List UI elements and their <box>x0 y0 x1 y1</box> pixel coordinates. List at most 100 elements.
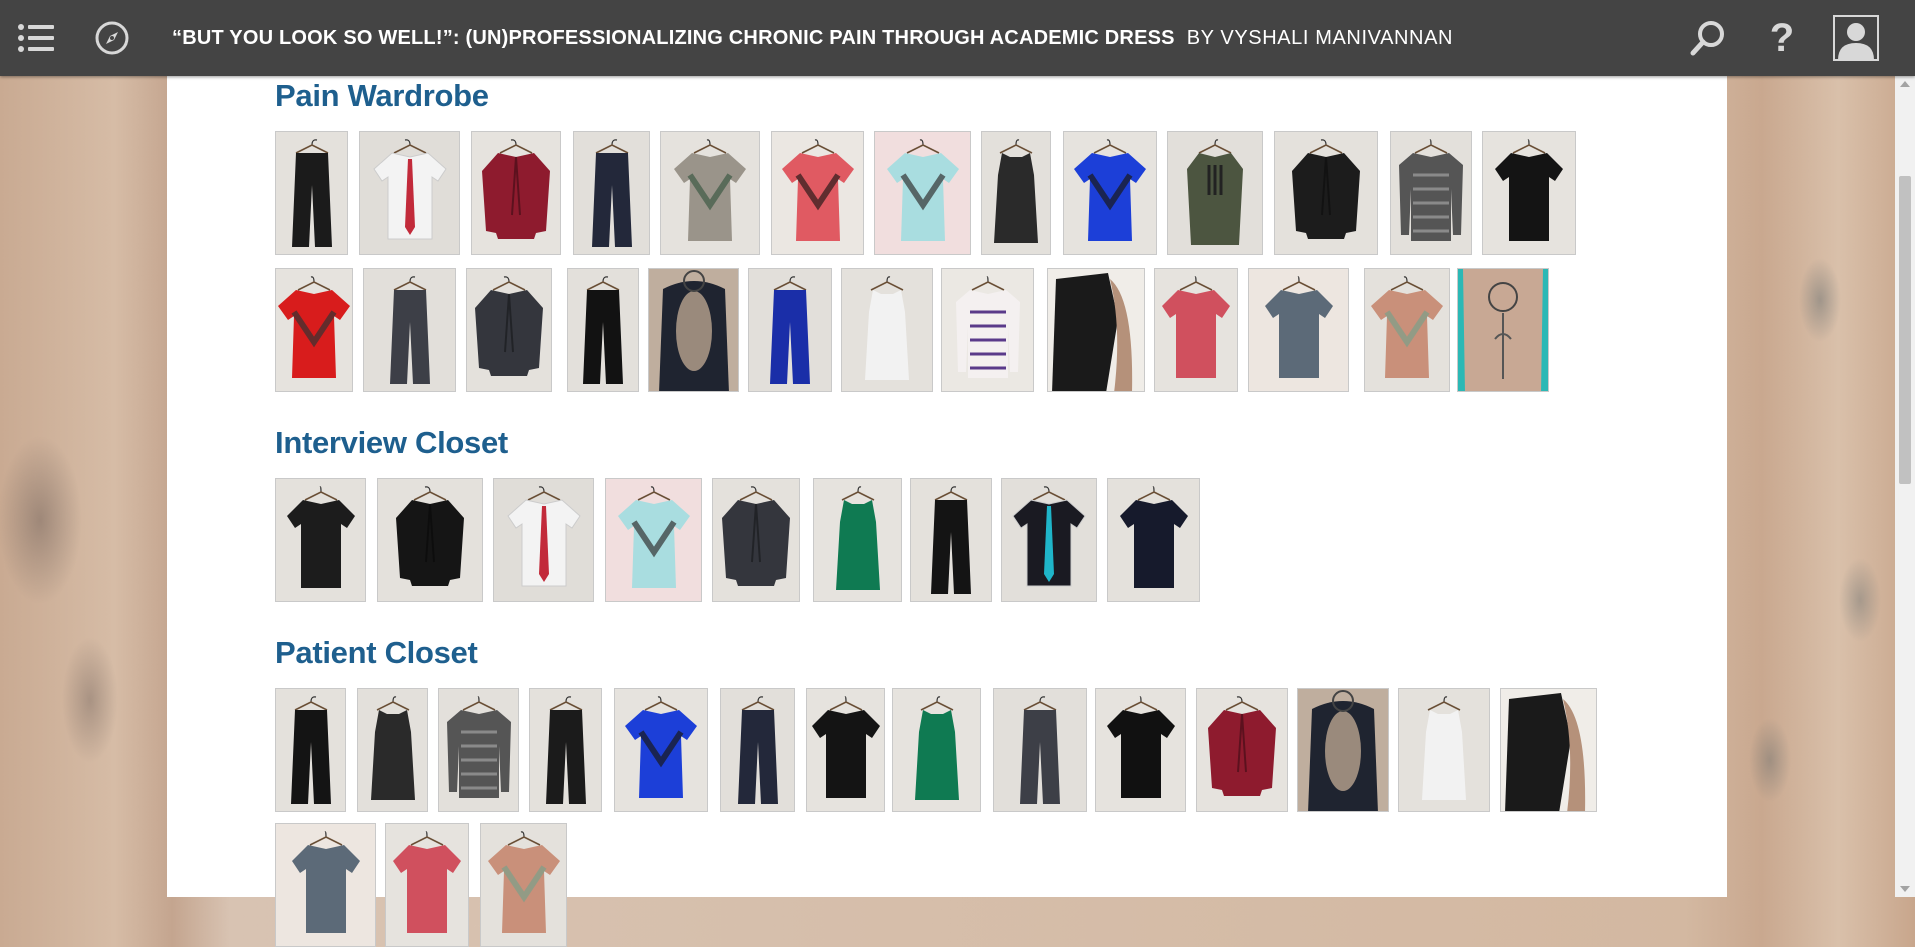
garment-image <box>780 135 856 254</box>
scrollbar[interactable] <box>1895 76 1915 897</box>
garment-image <box>276 272 352 391</box>
section-title-pain-wardrobe[interactable]: Pain Wardrobe <box>275 78 489 114</box>
gallery-thumbnail[interactable] <box>357 688 428 812</box>
gallery-thumbnail[interactable] <box>1167 131 1263 255</box>
gallery-thumbnail[interactable] <box>1001 478 1097 602</box>
gallery-thumbnail[interactable] <box>771 131 864 255</box>
gallery-thumbnail[interactable] <box>813 478 902 602</box>
gallery-thumbnail[interactable] <box>841 268 933 392</box>
gallery-thumbnail[interactable] <box>648 268 739 392</box>
garment-image <box>1048 269 1144 391</box>
garment-image <box>649 269 738 391</box>
gallery-thumbnail[interactable] <box>993 688 1087 812</box>
garment-image <box>1105 692 1177 811</box>
gallery-thumbnail[interactable] <box>605 478 702 602</box>
gallery-thumbnail[interactable] <box>275 268 353 392</box>
book-title[interactable]: “BUT YOU LOOK SO WELL!”: (UN)PROFESSIONA… <box>172 27 1175 50</box>
gallery-thumbnail[interactable] <box>1047 268 1145 392</box>
gallery-thumbnail[interactable] <box>275 823 376 947</box>
gallery-thumbnail[interactable] <box>275 688 346 812</box>
garment-image <box>855 272 919 391</box>
gallery-thumbnail[interactable] <box>529 688 602 812</box>
gallery-thumbnail[interactable] <box>981 131 1051 255</box>
garment-image <box>469 272 549 391</box>
gallery-thumbnail[interactable] <box>1297 688 1389 812</box>
garment-image <box>1458 269 1548 391</box>
gallery-thumbnail[interactable] <box>275 478 366 602</box>
garment-image <box>476 135 556 254</box>
gallery-thumbnail[interactable] <box>493 478 594 602</box>
gallery-thumbnail[interactable] <box>1196 688 1288 812</box>
garment-image <box>760 272 820 391</box>
gallery-thumbnail[interactable] <box>1390 131 1472 255</box>
garment-image <box>281 692 341 811</box>
garment-image <box>1160 272 1232 391</box>
gallery-thumbnail[interactable] <box>806 688 885 812</box>
gallery-thumbnail[interactable] <box>1364 268 1450 392</box>
search-icon[interactable] <box>1688 0 1728 76</box>
garment-image <box>716 482 796 601</box>
gallery-thumbnail[interactable] <box>480 823 567 947</box>
garment-image <box>380 272 440 391</box>
garment-image <box>921 482 981 601</box>
gallery-thumbnail[interactable] <box>720 688 795 812</box>
section-title-patient-closet[interactable]: Patient Closet <box>275 635 478 671</box>
garment-image <box>443 692 515 811</box>
gallery-thumbnail[interactable] <box>573 131 650 255</box>
garment-image <box>1202 692 1282 811</box>
gallery-thumbnail[interactable] <box>874 131 971 255</box>
scroll-up-arrow[interactable] <box>1895 76 1915 93</box>
garment-image <box>1118 482 1190 601</box>
garment-image <box>1183 135 1247 254</box>
gallery-thumbnail[interactable] <box>471 131 561 255</box>
compass-icon[interactable] <box>92 0 132 76</box>
gallery-thumbnail[interactable] <box>275 131 348 255</box>
gallery-thumbnail[interactable] <box>1274 131 1378 255</box>
gallery-thumbnail[interactable] <box>1398 688 1490 812</box>
garment-image <box>582 135 642 254</box>
garment-image <box>1412 692 1476 811</box>
gallery-thumbnail[interactable] <box>910 478 992 602</box>
section-title-interview-closet[interactable]: Interview Closet <box>275 425 508 461</box>
gallery-thumbnail[interactable] <box>1107 478 1200 602</box>
gallery-thumbnail[interactable] <box>1248 268 1349 392</box>
scrollbar-thumb[interactable] <box>1899 176 1911 484</box>
gallery-thumbnail[interactable] <box>892 688 981 812</box>
garment-image <box>1072 135 1148 254</box>
user-icon[interactable] <box>1832 0 1880 76</box>
garment-image <box>728 692 788 811</box>
garment-image <box>1286 135 1366 254</box>
garment-image <box>1009 482 1089 601</box>
gallery-thumbnail[interactable] <box>377 478 483 602</box>
garment-image <box>361 692 425 811</box>
gallery-thumbnail[interactable] <box>466 268 552 392</box>
gallery-thumbnail[interactable] <box>1500 688 1597 812</box>
gallery-thumbnail[interactable] <box>712 478 800 602</box>
garment-image <box>952 272 1024 391</box>
garment-image <box>826 482 890 601</box>
gallery-thumbnail[interactable] <box>1063 131 1157 255</box>
garment-image <box>370 135 450 254</box>
scroll-down-arrow[interactable] <box>1895 880 1915 897</box>
menu-icon[interactable] <box>16 0 56 76</box>
gallery-thumbnail[interactable] <box>438 688 519 812</box>
gallery-thumbnail[interactable] <box>359 131 460 255</box>
gallery-thumbnail[interactable] <box>567 268 639 392</box>
help-icon[interactable]: ? <box>1762 0 1802 76</box>
gallery-thumbnail[interactable] <box>385 823 469 947</box>
garment-image <box>616 482 692 601</box>
gallery-thumbnail[interactable] <box>1482 131 1576 255</box>
garment-image <box>536 692 596 811</box>
gallery-thumbnail[interactable] <box>1154 268 1238 392</box>
gallery-thumbnail[interactable] <box>363 268 456 392</box>
garment-image <box>285 482 357 601</box>
garment-image <box>905 692 969 811</box>
garment-image <box>573 272 633 391</box>
gallery-thumbnail[interactable] <box>1095 688 1186 812</box>
gallery-thumbnail[interactable] <box>941 268 1034 392</box>
garment-image <box>885 135 961 254</box>
gallery-thumbnail[interactable] <box>1457 268 1549 392</box>
gallery-thumbnail[interactable] <box>748 268 832 392</box>
gallery-thumbnail[interactable] <box>660 131 760 255</box>
gallery-thumbnail[interactable] <box>614 688 708 812</box>
